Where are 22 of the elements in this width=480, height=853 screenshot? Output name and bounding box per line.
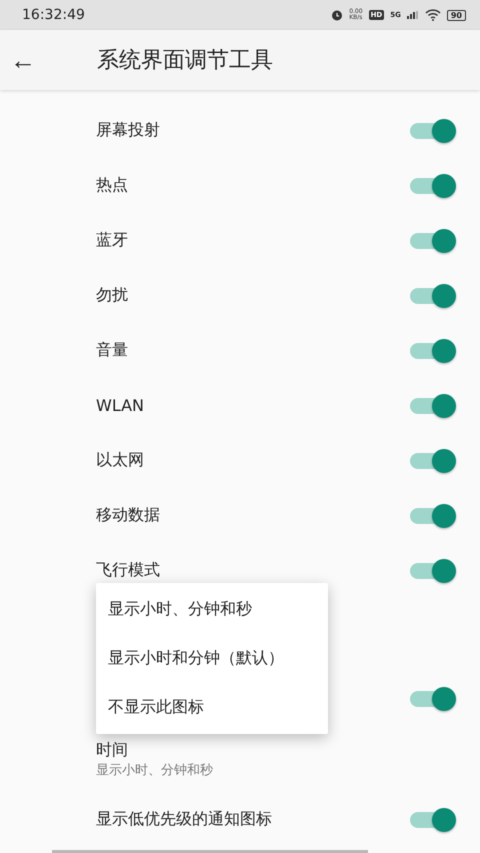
- setting-summary: 显示小时、分钟和秒: [96, 762, 214, 778]
- battery-level: 90: [446, 10, 466, 20]
- setting-label: 时间: [96, 740, 129, 760]
- setting-label: 屏幕投射: [96, 120, 160, 141]
- setting-label: 音量: [96, 340, 128, 361]
- page-title: 系统界面调节工具: [97, 47, 273, 75]
- clock: 16:32:49: [22, 7, 85, 23]
- setting-label: 飞行模式: [96, 560, 160, 581]
- setting-label: 显示低优先级的通知图标: [96, 809, 272, 830]
- wifi-icon: [424, 9, 441, 21]
- signal-icon: [406, 11, 419, 19]
- menu-item[interactable]: 不显示此图标: [96, 683, 328, 732]
- setting-label: 以太网: [96, 450, 144, 471]
- setting-label: 勿扰: [96, 285, 128, 306]
- setting-label: 移动数据: [96, 505, 160, 526]
- alarm-icon: [331, 9, 344, 21]
- setting-label: 热点: [96, 175, 128, 196]
- setting-label: WLAN: [96, 396, 144, 415]
- menu-item[interactable]: 显示小时和分钟（默认）: [96, 634, 328, 683]
- setting-label: 蓝牙: [96, 230, 128, 251]
- back-button[interactable]: ←: [0, 44, 72, 76]
- menu-item[interactable]: 显示小时、分钟和秒: [96, 585, 328, 634]
